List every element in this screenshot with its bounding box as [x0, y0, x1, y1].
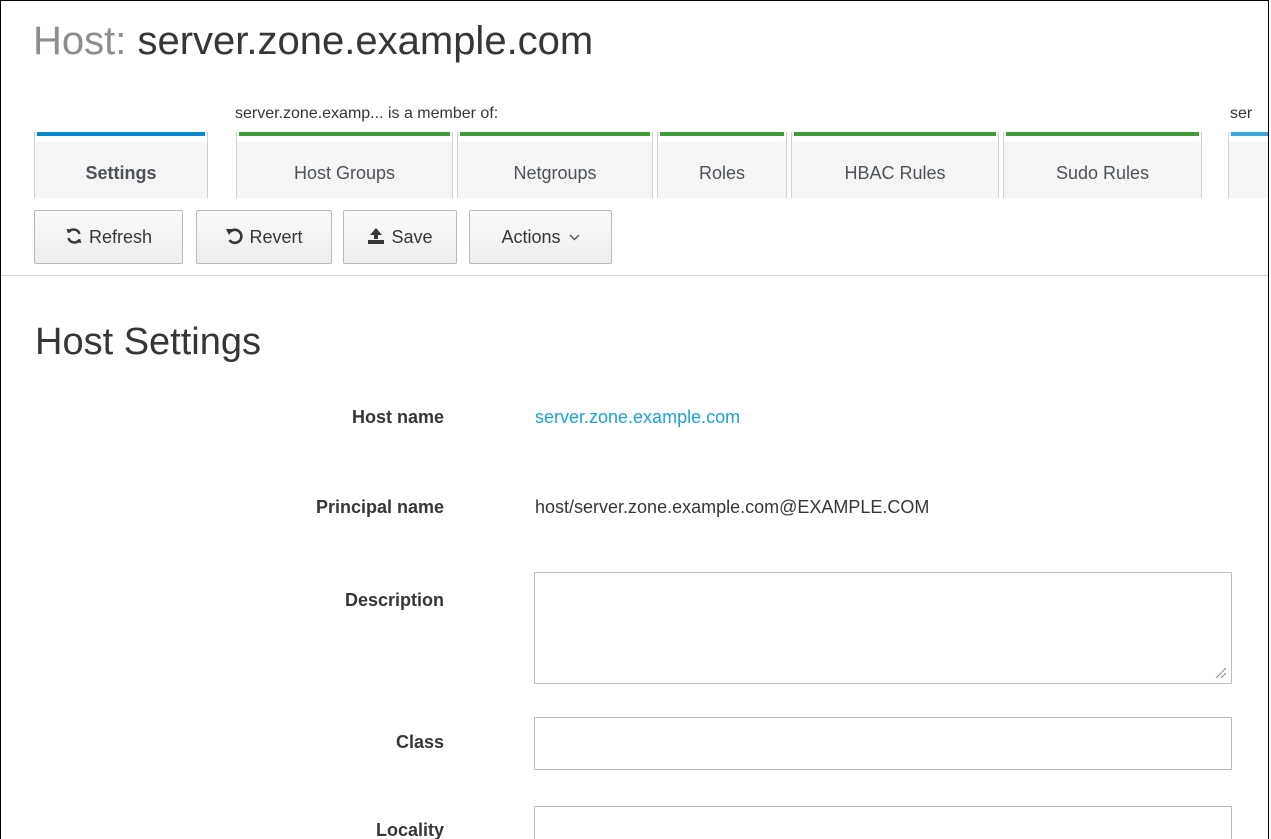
tab-roles-label: Roles [698, 162, 746, 183]
section-title: Host Settings [35, 321, 261, 363]
host-name-link[interactable]: server.zone.example.com [535, 407, 740, 428]
locality-label: Locality [375, 820, 444, 839]
actions-dropdown-button[interactable]: Actions [469, 210, 612, 264]
principal-name-label: Principal name [315, 497, 444, 517]
tab-netgroups[interactable]: Netgroups [457, 132, 653, 198]
chevron-down-icon [569, 230, 580, 244]
principal-name-value: host/server.zone.example.com@EXAMPLE.COM [535, 497, 930, 517]
undo-icon [225, 227, 244, 248]
resize-grip-icon[interactable] [1213, 665, 1227, 679]
host-details-page: Host: server.zone.example.com server.zon… [0, 0, 1269, 839]
host-name-label: Host name [351, 407, 444, 427]
tab-hbac-rules-label: HBAC Rules [844, 162, 946, 183]
upload-icon [367, 227, 385, 248]
refresh-icon [65, 227, 83, 248]
toolbar-divider [1, 275, 1268, 276]
refresh-button[interactable]: Refresh [34, 210, 183, 264]
revert-button[interactable]: Revert [196, 210, 332, 264]
tab-host-groups[interactable]: Host Groups [236, 132, 453, 198]
actions-button-label: Actions [501, 226, 561, 247]
refresh-button-label: Refresh [88, 226, 153, 247]
tab-roles[interactable]: Roles [657, 132, 787, 198]
page-title-host-name: server.zone.example.com [137, 19, 594, 63]
description-textarea[interactable] [534, 572, 1232, 684]
managed-by-label-truncated: ser [1230, 105, 1253, 122]
class-label: Class [395, 732, 444, 752]
tab-sudo-rules-label: Sudo Rules [1055, 162, 1150, 183]
save-button-label: Save [391, 226, 433, 247]
page-title-prefix: Host: [33, 19, 127, 63]
tab-netgroups-label: Netgroups [513, 162, 597, 183]
tab-sudo-rules[interactable]: Sudo Rules [1003, 132, 1202, 198]
tab-managed-by-partial[interactable] [1228, 132, 1268, 198]
description-label: Description [344, 590, 444, 610]
tab-hbac-rules[interactable]: HBAC Rules [791, 132, 999, 198]
member-of-label: server.zone.examp... is a member of: [235, 105, 499, 122]
locality-input[interactable] [534, 806, 1232, 839]
class-input[interactable] [534, 717, 1232, 770]
save-button[interactable]: Save [343, 210, 457, 264]
tab-settings[interactable]: Settings [34, 132, 208, 198]
page-title: Host: server.zone.example.com [33, 19, 593, 64]
tab-settings-label: Settings [85, 162, 157, 183]
tab-host-groups-label: Host Groups [293, 162, 396, 183]
revert-button-label: Revert [249, 226, 303, 247]
